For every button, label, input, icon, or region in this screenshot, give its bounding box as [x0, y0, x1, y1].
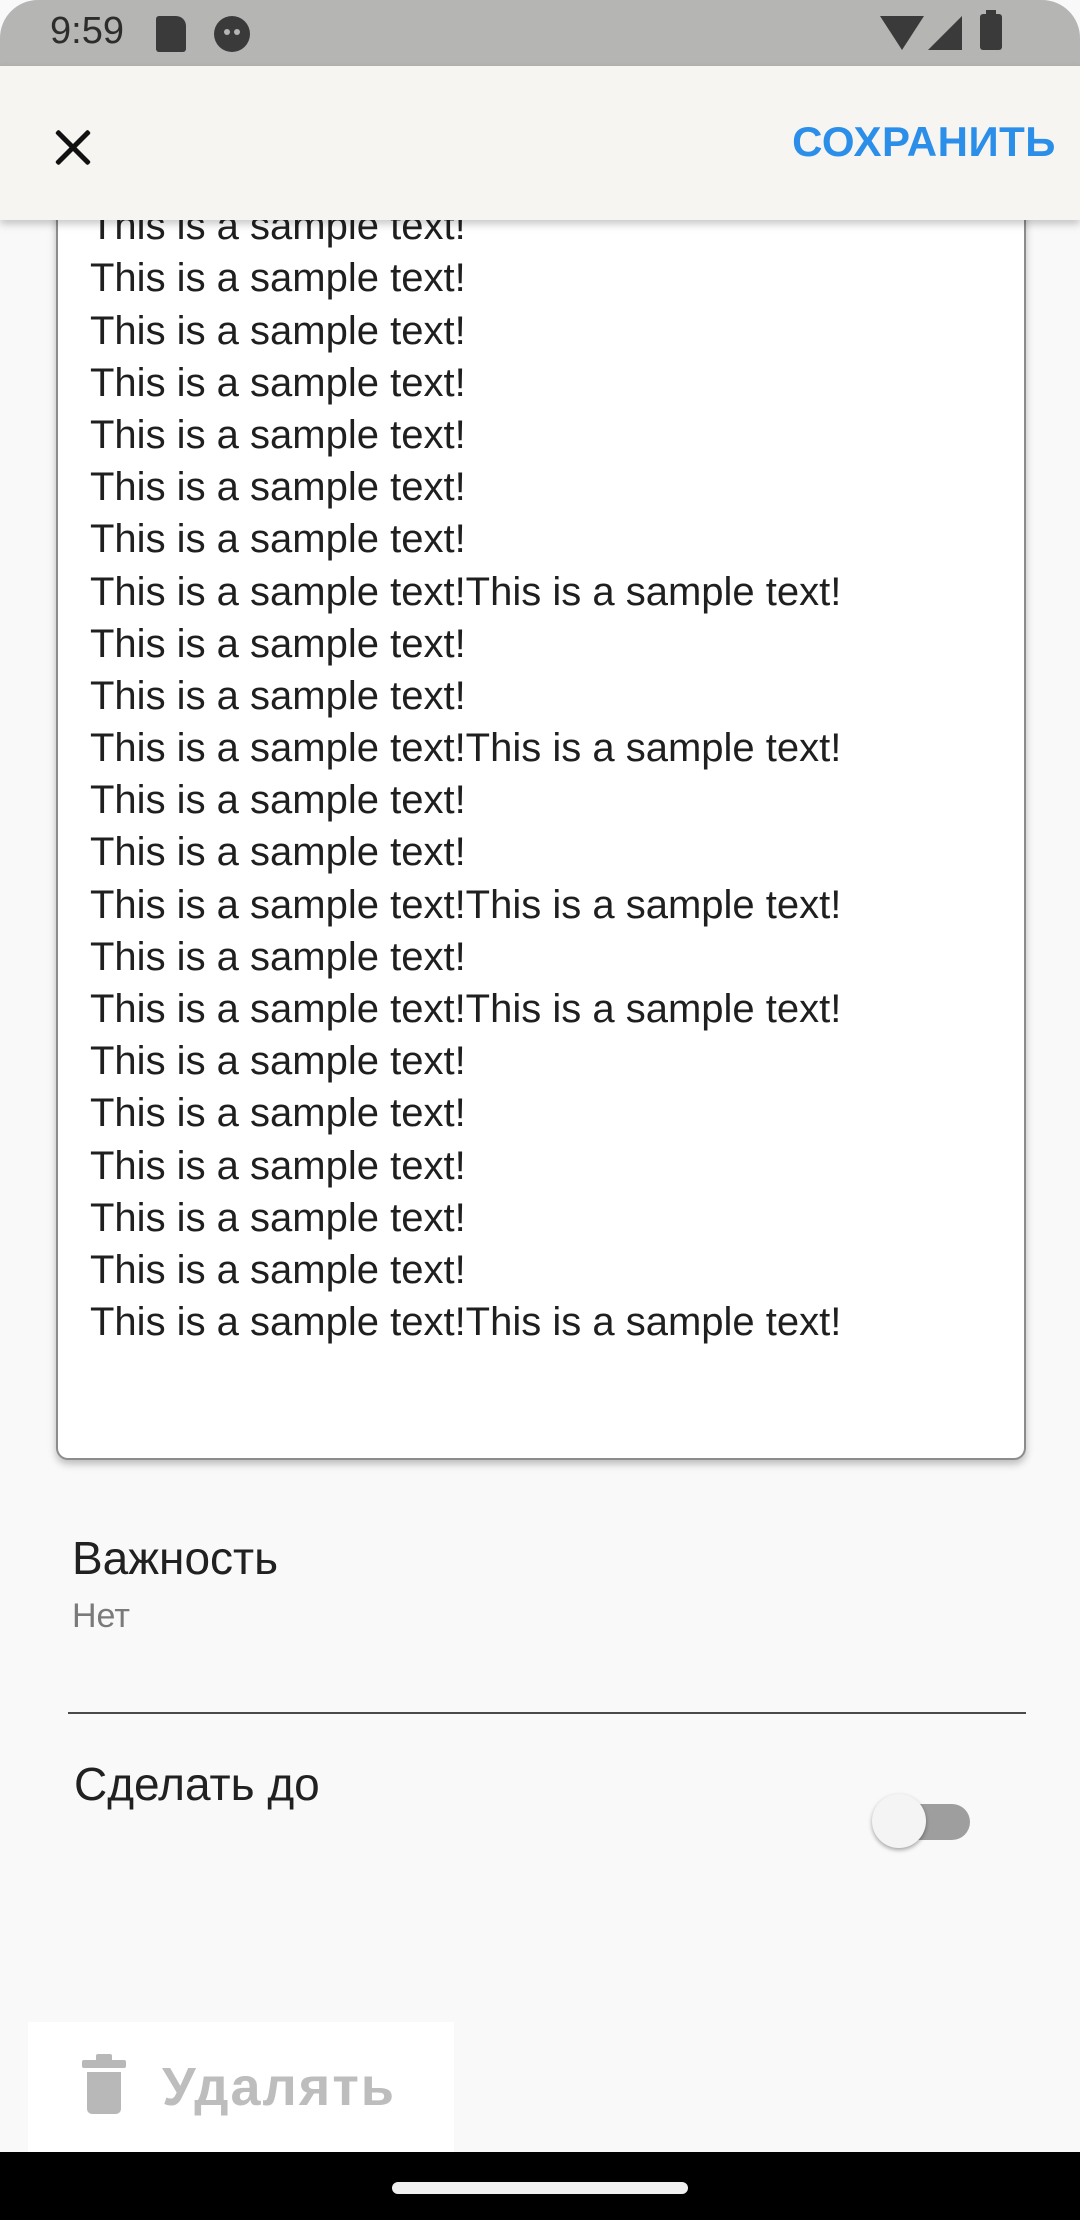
save-button[interactable]: СОХРАНИТЬ	[792, 114, 1056, 170]
deadline-toggle[interactable]	[872, 1792, 970, 1848]
sd-card-icon	[156, 16, 186, 52]
note-text-line: This is a sample text!This is a sample t…	[90, 569, 842, 614]
note-text-line: This is a sample text!	[90, 1195, 466, 1240]
note-text-line: This is a sample text!	[90, 1091, 466, 1136]
signal-icon	[928, 16, 962, 50]
edit-form[interactable]: This is a sample text! This is a sample t…	[0, 66, 1080, 2152]
toggle-knob	[872, 1794, 926, 1848]
home-handle[interactable]	[392, 2182, 688, 2194]
screen: 9:59 This is a sample text! This is a sam…	[0, 0, 1080, 2220]
status-bar: 9:59	[0, 0, 1080, 66]
note-text-line: This is a sample text!	[90, 621, 466, 666]
delete-label: Удалять	[162, 2057, 396, 2117]
note-text-line: This is a sample text!	[90, 1143, 466, 1188]
close-icon[interactable]	[44, 118, 104, 178]
trash-icon	[82, 2054, 126, 2114]
status-time: 9:59	[50, 10, 124, 52]
divider	[68, 1712, 1026, 1714]
wifi-icon	[880, 16, 924, 50]
note-text-line: This is a sample text!	[90, 673, 466, 718]
note-text-line: This is a sample text!	[90, 1247, 466, 1292]
importance-title: Важность	[72, 1532, 279, 1584]
delete-button[interactable]: Удалять	[28, 2022, 454, 2152]
note-text-line: This is a sample text!	[90, 517, 466, 562]
note-text-line: This is a sample text!This is a sample t…	[90, 725, 842, 770]
note-text-line: This is a sample text!	[90, 412, 466, 457]
note-text-line: This is a sample text!	[90, 830, 466, 875]
deadline-label: Сделать до	[74, 1758, 320, 1810]
note-text-line: This is a sample text!	[90, 1038, 466, 1083]
note-text-line: This is a sample text!	[90, 308, 466, 353]
battery-icon	[980, 10, 1002, 50]
note-text-line: This is a sample text!	[90, 464, 466, 509]
navigation-bar	[0, 2152, 1080, 2220]
app-bar: СОХРАНИТЬ	[0, 66, 1080, 220]
note-text-line: This is a sample text!This is a sample t…	[90, 1299, 842, 1344]
note-text-line: This is a sample text!	[90, 256, 466, 301]
importance-value: Нет	[72, 1597, 130, 1635]
face-icon	[214, 16, 250, 52]
note-text-line: This is a sample text!This is a sample t…	[90, 882, 842, 927]
note-text-line: This is a sample text!This is a sample t…	[90, 986, 842, 1031]
note-text-line: This is a sample text!	[90, 360, 466, 405]
note-text-field[interactable]: This is a sample text! This is a sample t…	[56, 66, 1026, 1460]
note-text-line: This is a sample text!	[90, 934, 466, 979]
note-text-line: This is a sample text!	[90, 778, 466, 823]
importance-selector[interactable]: Важность Нет	[72, 1530, 278, 1638]
note-text-lines: This is a sample text! This is a sample t…	[90, 152, 842, 1400]
